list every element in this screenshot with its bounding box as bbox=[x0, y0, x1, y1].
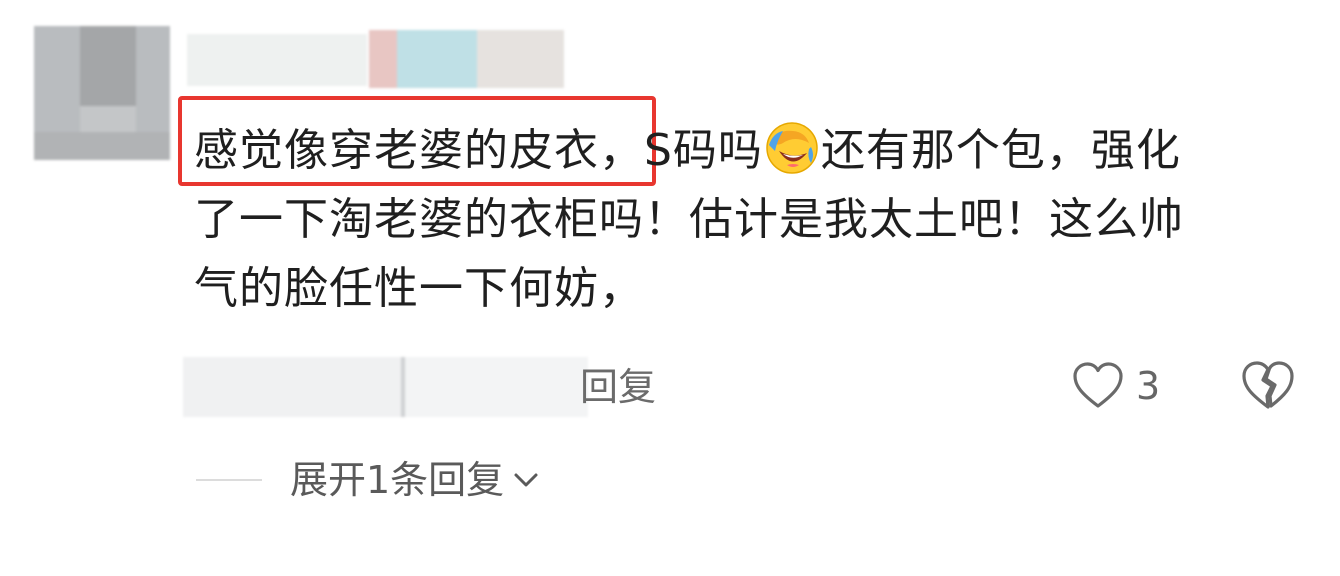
meta-info-blurred bbox=[183, 357, 588, 417]
comment-item: 感觉像穿老婆的皮衣，S码吗 还有那个包，强化 了一下淘老婆的衣柜吗！估计是我太土… bbox=[0, 0, 1340, 576]
like-button[interactable]: 3 bbox=[1072, 360, 1160, 412]
expand-replies-label: 展开1条回复 bbox=[290, 458, 505, 502]
comment-text: 感觉像穿老婆的皮衣，S码吗 还有那个包，强化 了一下淘老婆的衣柜吗！估计是我太土… bbox=[194, 116, 1304, 323]
comment-line-3: 气的脸任性一下何妨， bbox=[194, 263, 644, 314]
broken-heart-icon bbox=[1242, 361, 1294, 409]
divider-line bbox=[196, 479, 262, 481]
comment-line-1-rest: 还有那个包，强化 bbox=[820, 125, 1181, 176]
expand-replies-row: 展开1条回复 bbox=[196, 455, 540, 505]
comment-line-1-text: 感觉像穿老婆的皮衣，S码吗 bbox=[194, 125, 763, 176]
comment-line-2: 了一下淘老婆的衣柜吗！估计是我太土吧！这么帅 bbox=[194, 194, 1184, 245]
username-blurred[interactable] bbox=[187, 30, 564, 88]
reply-button[interactable]: 回复 bbox=[580, 362, 656, 412]
expand-replies-button[interactable]: 展开1条回复 bbox=[290, 455, 540, 505]
chevron-down-icon bbox=[514, 473, 538, 487]
heart-icon bbox=[1073, 362, 1123, 408]
avatar[interactable] bbox=[34, 26, 170, 160]
dislike-button[interactable] bbox=[1240, 360, 1296, 412]
laughing-tears-emoji-icon bbox=[766, 122, 818, 174]
comment-line-1: 感觉像穿老婆的皮衣，S码吗 还有那个包，强化 bbox=[194, 116, 1304, 185]
like-count: 3 bbox=[1136, 364, 1161, 408]
